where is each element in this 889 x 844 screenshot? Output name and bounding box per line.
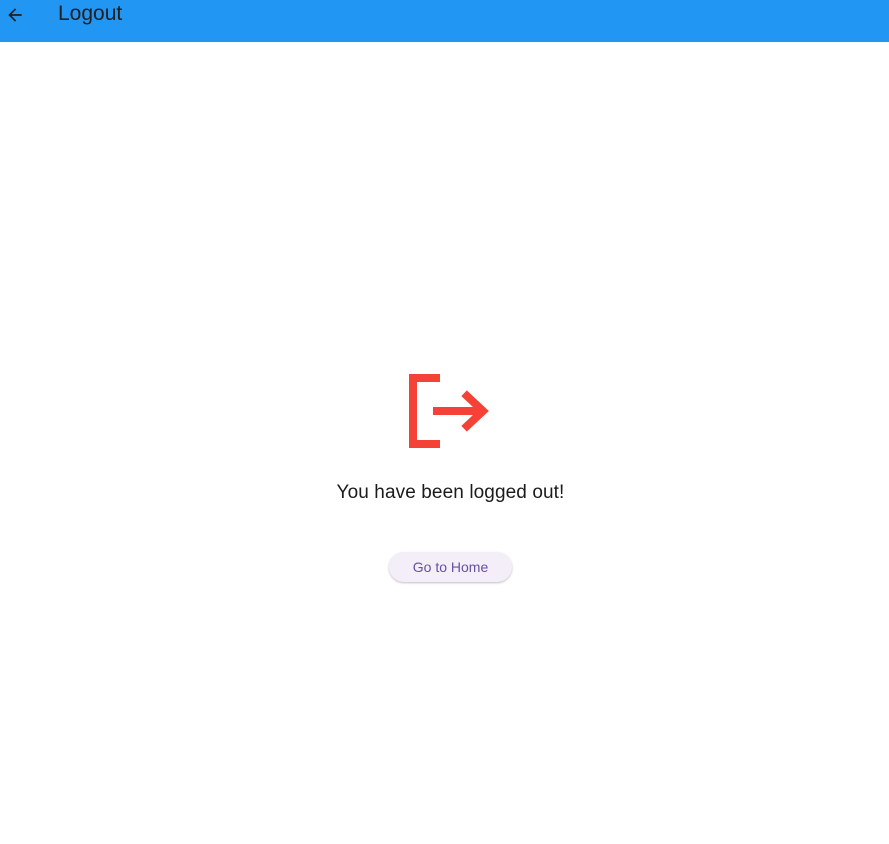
logout-content: You have been logged out! Go to Home [0, 42, 889, 844]
page-title: Logout [58, 2, 123, 25]
logout-message: You have been logged out! [336, 482, 565, 503]
go-home-button[interactable]: Go to Home [389, 552, 512, 582]
arrow-back-icon [8, 8, 22, 22]
back-button[interactable] [0, 0, 30, 30]
logout-icon [409, 374, 489, 448]
app-bar: Logout [0, 0, 889, 42]
